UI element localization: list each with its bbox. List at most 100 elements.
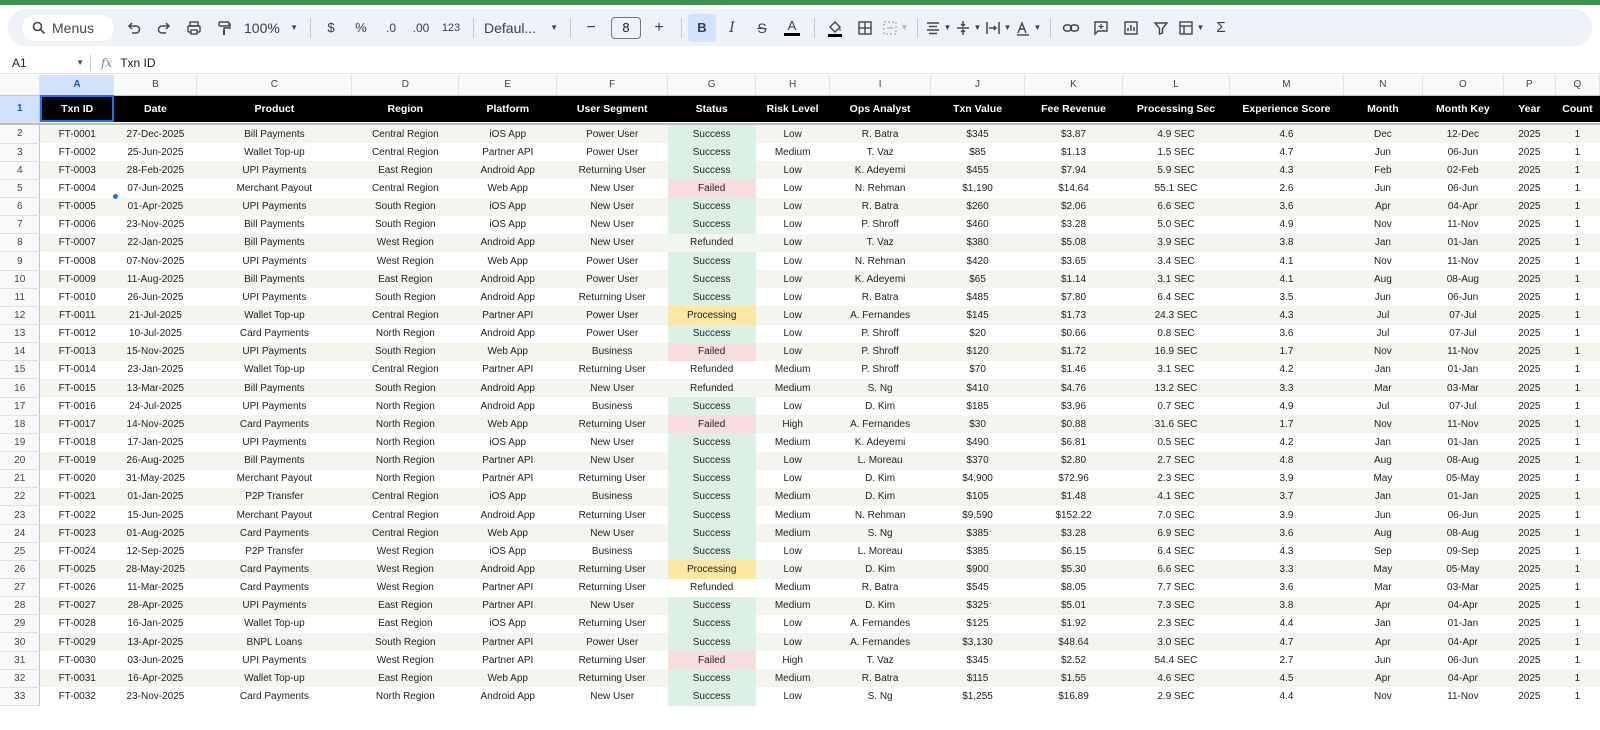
table-cell[interactable]: 4.2: [1229, 360, 1344, 379]
table-cell[interactable]: 1: [1555, 632, 1600, 652]
status-cell[interactable]: Success: [667, 487, 756, 506]
table-cell[interactable]: FT-0022: [39, 505, 114, 525]
table-cell[interactable]: Medium: [755, 505, 830, 525]
row-number[interactable]: 12: [0, 306, 41, 326]
table-cell[interactable]: D. Kim: [829, 596, 931, 615]
table-cell[interactable]: 2025: [1503, 143, 1556, 162]
decrease-font-size-button[interactable]: −: [577, 14, 605, 42]
table-cell[interactable]: $2.80: [1024, 451, 1123, 470]
status-cell[interactable]: Success: [667, 197, 756, 216]
table-cell[interactable]: South Region: [351, 288, 459, 307]
row-number[interactable]: 30: [0, 632, 41, 652]
table-cell[interactable]: New User: [556, 524, 668, 543]
table-cell[interactable]: Nov: [1343, 342, 1423, 361]
table-cell[interactable]: $16.89: [1024, 687, 1123, 706]
table-cell[interactable]: New User: [556, 233, 668, 252]
table-cell[interactable]: 1: [1555, 233, 1600, 252]
table-cell[interactable]: 7.3 SEC: [1122, 596, 1230, 615]
row-number[interactable]: 22: [0, 487, 41, 507]
table-cell[interactable]: Medium: [755, 578, 830, 597]
table-cell[interactable]: Aug: [1343, 451, 1423, 470]
table-cell[interactable]: 1: [1555, 487, 1600, 506]
table-cell[interactable]: Wallet Top-up: [196, 614, 352, 633]
table-cell[interactable]: 25-Jun-2025: [113, 143, 197, 162]
table-cell[interactable]: UPI Payments: [196, 161, 352, 180]
row-number[interactable]: 19: [0, 433, 41, 453]
table-cell[interactable]: FT-0032: [39, 687, 114, 706]
header-cell[interactable]: Region: [351, 95, 459, 122]
table-cell[interactable]: 01-Jan-2025: [113, 487, 197, 506]
table-cell[interactable]: $3.28: [1024, 524, 1123, 543]
table-cell[interactable]: Central Region: [351, 505, 459, 525]
table-cell[interactable]: 3.6: [1229, 578, 1344, 597]
table-cell[interactable]: 5.0 SEC: [1122, 215, 1230, 234]
table-cell[interactable]: $460: [930, 215, 1025, 234]
merge-cells-button[interactable]: ▼: [881, 14, 909, 42]
status-cell[interactable]: Refunded: [667, 578, 756, 597]
table-cell[interactable]: 1: [1555, 215, 1600, 234]
table-cell[interactable]: 1: [1555, 342, 1600, 361]
table-cell[interactable]: Power User: [556, 125, 668, 144]
table-cell[interactable]: 14-Nov-2025: [113, 415, 197, 434]
table-cell[interactable]: 2.7 SEC: [1122, 451, 1230, 470]
table-cell[interactable]: Dec: [1343, 125, 1423, 144]
row-number[interactable]: 25: [0, 542, 41, 561]
table-cell[interactable]: $345: [930, 125, 1025, 144]
table-cell[interactable]: 04-Apr: [1422, 596, 1504, 615]
table-cell[interactable]: Low: [755, 125, 830, 144]
table-cell[interactable]: 4.2: [1229, 433, 1344, 452]
table-cell[interactable]: 31-May-2025: [113, 469, 197, 488]
table-cell[interactable]: 2025: [1503, 415, 1556, 434]
table-cell[interactable]: 26-Jun-2025: [113, 288, 197, 307]
table-cell[interactable]: FT-0024: [39, 542, 114, 561]
table-cell[interactable]: $7.94: [1024, 161, 1123, 180]
table-cell[interactable]: 11-Nov: [1422, 251, 1504, 271]
table-cell[interactable]: 1: [1555, 596, 1600, 615]
status-cell[interactable]: Success: [667, 143, 756, 162]
status-cell[interactable]: Success: [667, 251, 756, 271]
table-cell[interactable]: 24.3 SEC: [1122, 306, 1230, 325]
table-cell[interactable]: R. Batra: [829, 197, 931, 216]
table-cell[interactable]: 22-Jan-2025: [113, 233, 197, 252]
table-cell[interactable]: 6.6 SEC: [1122, 197, 1230, 216]
column-header[interactable]: D: [351, 75, 460, 96]
table-cell[interactable]: North Region: [351, 433, 459, 452]
table-cell[interactable]: 23-Jan-2025: [113, 360, 197, 379]
status-cell[interactable]: Success: [667, 433, 756, 452]
table-cell[interactable]: 2025: [1503, 524, 1556, 543]
selection-fill-handle[interactable]: [112, 193, 119, 200]
table-cell[interactable]: 06-Jun: [1422, 143, 1504, 162]
header-cell[interactable]: Risk Level: [755, 95, 830, 122]
table-cell[interactable]: 4.7: [1229, 143, 1344, 162]
table-cell[interactable]: FT-0011: [39, 306, 114, 325]
row-number[interactable]: 28: [0, 596, 41, 616]
table-cell[interactable]: Jun: [1343, 288, 1423, 307]
table-cell[interactable]: 2.6: [1229, 179, 1344, 198]
table-cell[interactable]: West Region: [351, 233, 459, 252]
status-cell[interactable]: Success: [667, 324, 756, 343]
header-cell[interactable]: User Segment: [556, 95, 668, 122]
table-cell[interactable]: Low: [755, 197, 830, 216]
table-cell[interactable]: 2025: [1503, 324, 1556, 343]
table-cell[interactable]: Android App: [458, 560, 557, 579]
status-cell[interactable]: Failed: [667, 415, 756, 434]
table-cell[interactable]: Low: [755, 542, 830, 561]
table-cell[interactable]: 1: [1555, 687, 1600, 706]
table-cell[interactable]: High: [755, 415, 830, 434]
table-cell[interactable]: Nov: [1343, 415, 1423, 434]
table-cell[interactable]: Central Region: [351, 487, 459, 506]
table-cell[interactable]: 1: [1555, 161, 1600, 180]
row-number[interactable]: 4: [0, 161, 41, 180]
table-cell[interactable]: 15-Jun-2025: [113, 505, 197, 525]
table-cell[interactable]: South Region: [351, 197, 459, 216]
table-cell[interactable]: 2025: [1503, 378, 1556, 398]
table-cell[interactable]: 3.9: [1229, 469, 1344, 488]
status-cell[interactable]: Success: [667, 505, 756, 525]
table-cell[interactable]: L. Moreau: [829, 451, 931, 470]
table-cell[interactable]: T. Vaz: [829, 651, 931, 670]
status-cell[interactable]: Refunded: [667, 378, 756, 398]
table-cell[interactable]: $420: [930, 251, 1025, 271]
column-header[interactable]: K: [1024, 75, 1123, 96]
table-cell[interactable]: 01-Jan: [1422, 487, 1504, 506]
table-cell[interactable]: Jul: [1343, 306, 1423, 325]
